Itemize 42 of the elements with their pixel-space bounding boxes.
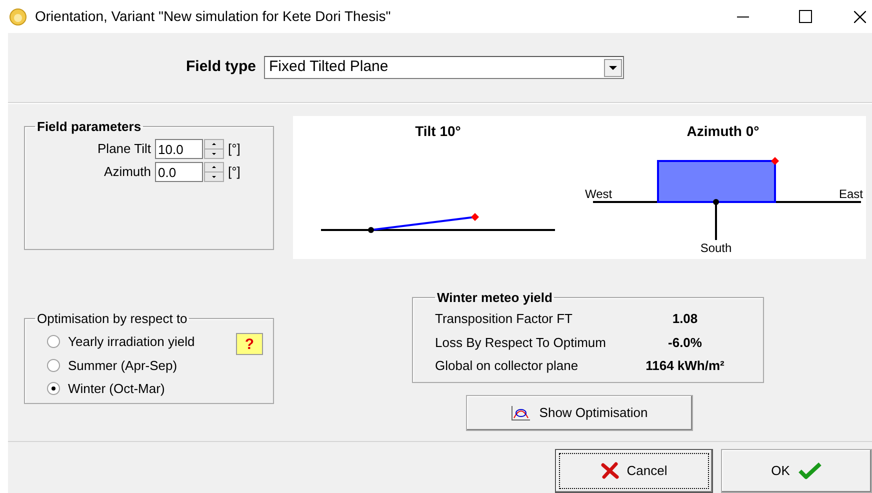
ok-button[interactable]: OK <box>721 448 872 492</box>
spin-button[interactable] <box>204 162 224 182</box>
group-title: Field parameters <box>36 120 142 133</box>
help-button[interactable]: ? <box>236 333 263 355</box>
result-value: -6.0% <box>667 334 703 352</box>
option-label: Yearly irradiation yield <box>68 333 195 351</box>
radio-button[interactable] <box>47 335 60 348</box>
number-field[interactable]: 10.0 <box>155 139 203 159</box>
option-label: Summer (Apr-Sep) <box>68 356 178 375</box>
field-type-dropdown[interactable]: Fixed Tilted Plane <box>264 56 624 79</box>
group-title: Winter meteo yield <box>436 291 554 304</box>
caret-icon[interactable] <box>604 58 622 76</box>
cross-icon <box>600 462 619 479</box>
group-title: Optimisation by respect to <box>36 312 188 325</box>
window-title: Orientation, Variant "New simulation for Kete Dori Thesis" <box>35 7 392 26</box>
diagram-title: Azimuth 0° <box>686 123 760 139</box>
cancel-button[interactable]: Cancel <box>555 448 713 492</box>
option-label: Winter (Oct-Mar) <box>68 380 165 398</box>
radio-button[interactable] <box>47 358 60 372</box>
result-label: Global on collector plane <box>435 357 580 375</box>
result-value: 1164 kWh/m² <box>644 357 726 375</box>
unit-label: [°] <box>228 163 240 182</box>
app-icon <box>9 8 27 26</box>
maximize-icon[interactable] <box>799 10 812 23</box>
unit-label: [°] <box>228 140 240 158</box>
close-icon[interactable] <box>854 10 866 22</box>
compass-label: South <box>700 241 732 255</box>
show-optimisation-button[interactable]: Show Optimisation <box>466 395 693 431</box>
number-field[interactable]: 0.0 <box>155 162 203 182</box>
compass-label: East <box>838 187 863 201</box>
field-label: Plane Tilt <box>96 140 151 158</box>
chart-icon <box>511 405 532 421</box>
field-label: Azimuth <box>103 163 151 182</box>
check-icon <box>798 462 822 480</box>
result-label: Loss By Respect To Optimum <box>435 334 607 352</box>
compass-label: West <box>585 187 612 201</box>
result-value: 1.08 <box>671 310 699 328</box>
radio-button[interactable] <box>47 382 60 396</box>
spin-button[interactable] <box>204 139 224 159</box>
field-type-label: Field type <box>186 57 256 78</box>
diagram-title: Tilt 10° <box>415 123 461 139</box>
result-label: Transposition Factor FT <box>435 310 574 328</box>
